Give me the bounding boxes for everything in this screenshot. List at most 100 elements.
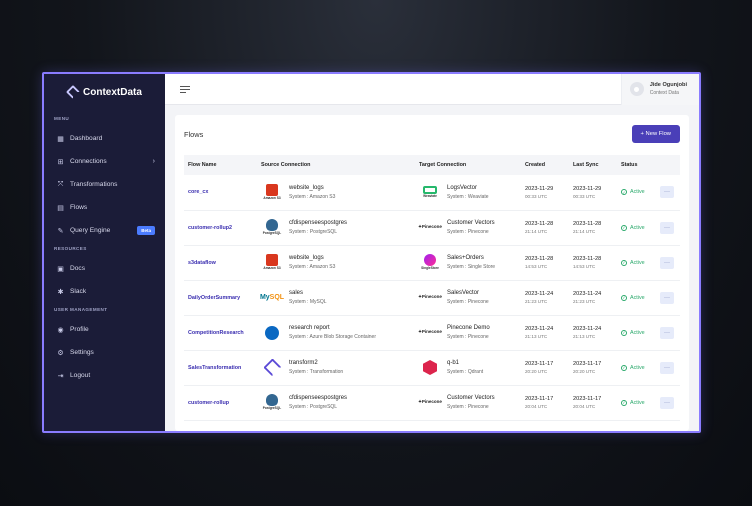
flow-name-link[interactable]: s3dataflow (188, 260, 216, 266)
hamburger-menu-icon[interactable] (180, 85, 190, 93)
more-actions-button[interactable]: ··· (660, 221, 674, 234)
source-logo-icon: MySQL (259, 294, 285, 301)
target-logo-icon: ✦Pinecone (418, 294, 442, 300)
table-row[interactable]: s3dataflow Amazon S3 website_logs System : … (184, 245, 680, 281)
table-row[interactable]: DailyOrderSummary MySQL sales System : MySQ… (184, 280, 680, 316)
last-sync-time: 00:33 UTC (573, 193, 596, 199)
new-flow-button[interactable]: + New Flow (631, 125, 680, 143)
sidebar-item-logout[interactable]: ⇥ Logout (44, 364, 165, 387)
last-sync-time: 20:20 UTC (573, 369, 596, 374)
content: Flows + New Flow Flow Name Source Connec… (165, 105, 699, 431)
target-logo-icon: ✦Pinecone (418, 399, 442, 405)
target-system: System : Pinecone (447, 334, 489, 340)
table-row[interactable]: customer-rollup2 PostgreSQL cfdispenseespo… (184, 210, 680, 246)
target-connection-name: Customer Vectors (447, 395, 495, 401)
user-name: Jide Ogunjobi (649, 82, 687, 88)
source-connection-name: website_logs (289, 255, 324, 261)
sidebar-item-connections[interactable]: ⊞ Connections › (44, 150, 165, 173)
sidebar-item-label: Profile (70, 326, 89, 333)
more-actions-button[interactable]: ··· (660, 186, 674, 199)
source-system: System : PostgreSQL (289, 229, 338, 235)
brand-name: ContextData (83, 86, 142, 98)
target-system: System : Weaviate (447, 193, 489, 200)
column-header[interactable]: Source Connection (257, 155, 415, 175)
column-header[interactable]: Created (521, 155, 569, 175)
target-connection-name: Sales+Orders (447, 255, 484, 261)
table-body: core_cx Amazon S3 website_logs System : Ama… (184, 175, 680, 421)
created-time: 21:13 UTC (525, 334, 548, 339)
status-badge: ✓ Active (621, 189, 656, 196)
status-badge: ✓ Active (621, 224, 656, 231)
sidebar-item-docs[interactable]: ▣ Docs (44, 257, 165, 280)
source-logo-icon: Amazon S3 (261, 254, 283, 272)
created-date: 2023-11-28 (525, 221, 554, 227)
target-system: System : Pinecone (447, 299, 489, 305)
status-badge: ✓ Active (621, 364, 656, 371)
flow-name-link[interactable]: customer-rollup2 (188, 225, 232, 231)
sidebar-item-query-engine[interactable]: ✎ Query Engine Beta (44, 219, 165, 242)
target-connection-name: LogsVector (447, 184, 478, 191)
check-circle-icon: ✓ (621, 329, 627, 336)
beta-badge: Beta (137, 226, 155, 235)
settings-icon: ⚙ (57, 349, 64, 357)
column-header[interactable]: Target Connection (415, 155, 521, 175)
flows-panel: Flows + New Flow Flow Name Source Connec… (175, 115, 689, 431)
user-org: Context Data (649, 90, 679, 96)
last-sync-time: 14:53 UTC (573, 264, 596, 269)
target-connection-name: Pinecone Demo (447, 325, 490, 331)
sidebar-item-transformations[interactable]: ⤧ Transformations (44, 173, 165, 196)
more-actions-button[interactable]: ··· (660, 291, 674, 304)
sidebar-item-settings[interactable]: ⚙ Settings (44, 341, 165, 364)
last-sync-time: 20:04 UTC (573, 404, 596, 409)
flows-table: Flow Name Source Connection Target Conne… (184, 155, 680, 421)
sidebar-item-dashboard[interactable]: ▦ Dashboard (44, 127, 165, 150)
more-actions-button[interactable]: ··· (660, 396, 674, 409)
sidebar-item-profile[interactable]: ◉ Profile (44, 318, 165, 341)
target-connection-name: SalesVector (447, 290, 480, 296)
column-header-actions (656, 155, 680, 175)
docs-icon: ▣ (57, 265, 64, 273)
created-time: 14:53 UTC (525, 264, 548, 269)
source-logo-icon: PostgreSQL (261, 219, 283, 237)
profile-icon: ◉ (57, 326, 64, 334)
table-row[interactable]: SalesTransformation transform2 System : Tr… (184, 350, 680, 386)
flow-name-link[interactable]: SalesTransformation (188, 365, 241, 371)
last-sync-time: 21:14 UTC (573, 229, 596, 234)
brand-logo[interactable]: ContextData (44, 84, 165, 100)
sidebar-item-label: Connections (70, 158, 107, 165)
table-row[interactable]: customer-rollup PostgreSQL cfdispenseespos… (184, 385, 680, 421)
source-logo-icon: Amazon S3 (261, 183, 283, 201)
menu-section-label: MENU (54, 116, 70, 121)
sidebar-item-flows[interactable]: ▤ Flows (44, 196, 165, 219)
sidebar-item-label: Docs (70, 265, 86, 272)
created-time: 21:23 UTC (525, 299, 548, 304)
check-circle-icon: ✓ (621, 399, 627, 406)
more-actions-button[interactable]: ··· (660, 256, 674, 269)
sidebar-item-slack[interactable]: ✱ Slack (44, 280, 165, 303)
column-header[interactable]: Flow Name (184, 155, 257, 175)
source-logo-icon: PostgreSQL (261, 394, 283, 412)
status-badge: ✓ Active (621, 294, 656, 301)
table-row[interactable]: core_cx Amazon S3 website_logs System : Ama… (184, 175, 680, 211)
last-sync-date: 2023-11-24 (573, 326, 602, 332)
created-time: 20:04 UTC (525, 404, 548, 409)
created-date: 2023-11-28 (525, 256, 554, 262)
more-actions-button[interactable]: ··· (660, 361, 674, 374)
sidebar-item-label: Logout (70, 372, 91, 379)
flow-name-link[interactable]: DailyOrderSummary (188, 295, 240, 301)
target-connection-name: Customer Vectors (447, 220, 495, 226)
column-header[interactable]: Last Sync (569, 155, 617, 175)
user-menu[interactable]: Jide Ogunjobi Context Data (620, 74, 699, 105)
column-header[interactable]: Status (617, 155, 656, 175)
source-connection-name: research report (289, 325, 330, 331)
table-row[interactable]: CompetitionResearch research report System… (184, 315, 680, 351)
flow-name-link[interactable]: core_cx (188, 189, 208, 195)
target-logo-icon (419, 359, 441, 377)
source-connection-name: sales (289, 290, 304, 296)
flow-name-link[interactable]: customer-rollup (188, 400, 229, 406)
target-logo-icon: SingleStore (419, 254, 441, 272)
status-badge: ✓ Active (621, 399, 656, 406)
more-actions-button[interactable]: ··· (660, 326, 674, 339)
source-connection-name: transform2 (289, 360, 318, 366)
flow-name-link[interactable]: CompetitionResearch (188, 330, 244, 336)
